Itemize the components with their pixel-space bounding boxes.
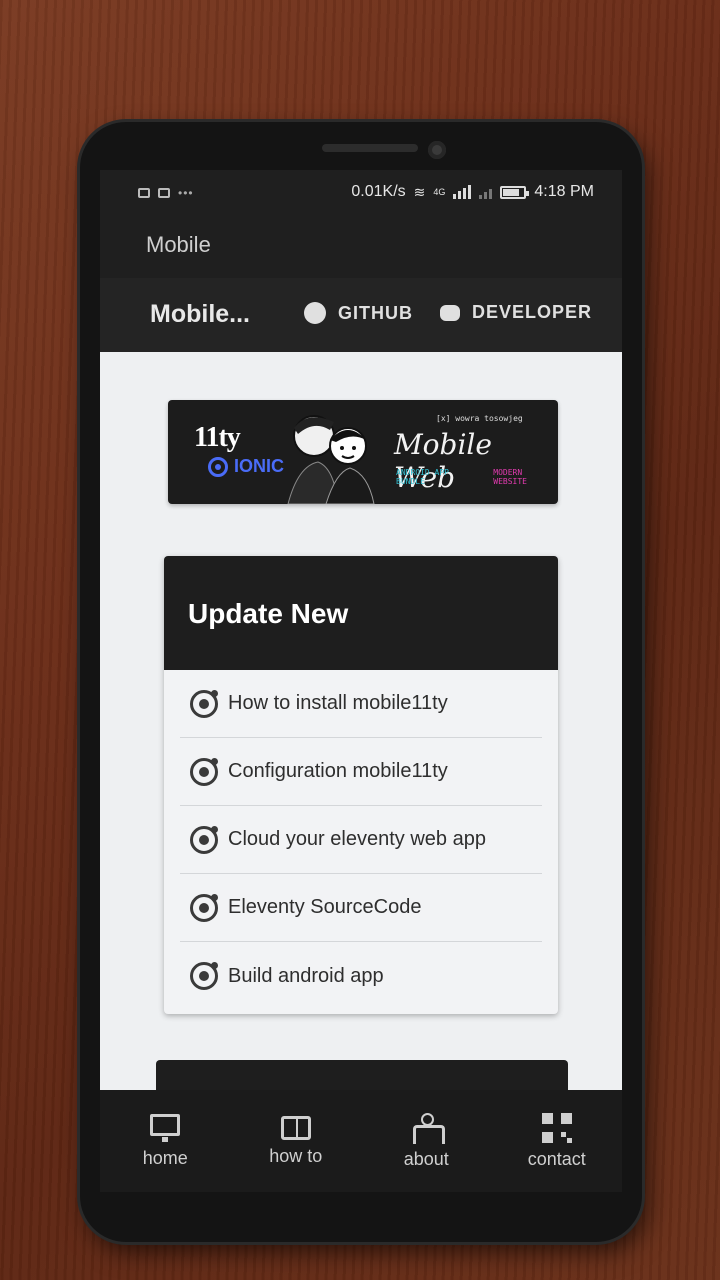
update-list: How to install mobile11ty Configuration … <box>164 670 558 1010</box>
banner-tags: ANDROID APP BUNDLE MODERN WEBSITE <box>396 468 558 486</box>
ionic-text: IONIC <box>234 456 285 476</box>
qr-code-icon <box>541 1112 572 1143</box>
banner-tag-website: MODERN WEBSITE <box>493 468 527 486</box>
ionic-logo: IONIC <box>208 456 284 477</box>
list-item-configuration[interactable]: Configuration mobile11ty <box>180 738 542 806</box>
developer-label: DEVELOPER <box>472 302 593 322</box>
phone-screen: ••• 0.01K/s ≋ 4G 4:18 PM Mobile Mobile..… <box>100 170 622 1192</box>
github-button[interactable]: GITHUB <box>304 302 413 324</box>
phone-speaker <box>322 144 418 152</box>
ionic-icon <box>190 689 218 718</box>
list-item-cloud[interactable]: Cloud your eleventy web app <box>180 806 542 874</box>
list-item-install[interactable]: How to install mobile11ty <box>180 670 542 738</box>
status-notifications: ••• <box>138 186 194 200</box>
list-item-sourcecode[interactable]: Eleventy SourceCode <box>180 874 542 942</box>
bottom-tab-bar: home how to about contact <box>100 1090 622 1192</box>
battery-icon <box>500 185 530 199</box>
toolbar-title: Mobile... <box>150 300 250 328</box>
signal-icon <box>453 185 472 199</box>
tab-about[interactable]: about <box>361 1090 492 1192</box>
ionic-icon <box>190 757 218 786</box>
image-icon <box>158 188 170 198</box>
app-title: Mobile <box>146 232 211 257</box>
card-title: Update New <box>164 556 558 670</box>
status-bar: ••• 0.01K/s ≋ 4G 4:18 PM <box>100 170 622 216</box>
more-icon: ••• <box>178 186 194 200</box>
developer-button[interactable]: DEVELOPER <box>440 302 592 323</box>
phone-camera <box>428 141 446 159</box>
tab-home[interactable]: home <box>100 1090 231 1192</box>
list-item-label: How to install mobile11ty <box>228 692 448 714</box>
app-title-bar: Mobile <box>100 216 622 278</box>
ionic-icon <box>208 456 228 477</box>
list-item-label: Build android app <box>228 964 384 987</box>
list-item-label: Eleventy SourceCode <box>228 896 422 918</box>
github-label: GITHUB <box>338 302 413 323</box>
clock: 4:18 PM <box>534 183 594 200</box>
list-item-label: Configuration mobile11ty <box>228 760 448 782</box>
tab-label: contact <box>527 1148 586 1169</box>
tab-label: home <box>142 1147 188 1168</box>
ionic-icon <box>190 825 218 854</box>
banner-caption: [x] wowra tosowjeg <box>436 414 523 423</box>
banner-tag-android: ANDROID APP BUNDLE <box>396 468 449 486</box>
toolbar: Mobile... GITHUB DEVELOPER <box>100 278 622 352</box>
cat-icon <box>440 304 460 321</box>
monitor-icon <box>150 1113 181 1142</box>
hero-banner: 11ty IONIC [x] wowra tosowjeg Mobile Web… <box>168 400 558 504</box>
list-item-label: Cloud your eleventy web app <box>228 828 486 850</box>
wifi-icon: ≋ <box>413 183 426 200</box>
tab-how-to[interactable]: how to <box>231 1090 362 1192</box>
list-item-build-android[interactable]: Build android app <box>180 942 542 1010</box>
update-card: Update New How to install mobile11ty Con… <box>164 556 558 1014</box>
network-type: 4G <box>433 187 446 197</box>
tab-label: about <box>403 1148 449 1169</box>
content-area[interactable]: 11ty IONIC [x] wowra tosowjeg Mobile Web… <box>100 352 622 1140</box>
tab-contact[interactable]: contact <box>492 1090 623 1192</box>
developer-illustration <box>287 415 375 504</box>
tab-label: how to <box>269 1145 323 1166</box>
github-icon <box>304 302 326 324</box>
screen-icon <box>138 188 150 198</box>
signal-icon-secondary <box>479 185 493 199</box>
network-speed: 0.01K/s <box>351 183 406 200</box>
ionic-icon <box>190 893 218 922</box>
accessibility-icon <box>411 1112 446 1144</box>
ionic-icon <box>190 962 218 990</box>
eleventy-logo: 11ty <box>194 422 241 453</box>
status-indicators: 0.01K/s ≋ 4G 4:18 PM <box>351 183 594 201</box>
book-icon <box>280 1115 311 1140</box>
